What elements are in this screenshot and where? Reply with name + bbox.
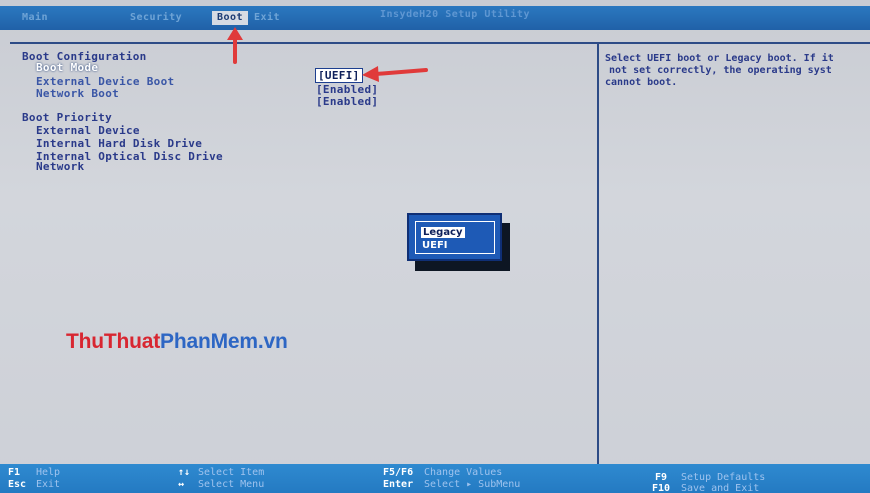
watermark-part1: ThuThuat <box>66 330 161 353</box>
option-uefi[interactable]: UEFI <box>422 240 448 251</box>
option-legacy[interactable]: Legacy <box>421 227 465 238</box>
key-f9: F9 <box>655 472 668 483</box>
bios-screen: Main Security Boot Exit InsydeH20 Setup … <box>0 0 870 493</box>
help-line: cannot boot. <box>605 77 678 88</box>
tab-boot[interactable]: Boot <box>212 11 248 25</box>
setting-network-boot[interactable]: Network Boot <box>36 87 119 100</box>
key-updown-desc: Select Item <box>198 467 265 478</box>
section-header-boot-priority: Boot Priority <box>22 111 112 124</box>
key-f1: F1 <box>8 467 21 478</box>
network-boot-value[interactable]: [Enabled] <box>316 95 378 108</box>
key-f9-desc: Setup Defaults <box>681 472 766 483</box>
key-updown: ↑↓ <box>178 467 191 478</box>
key-f5f6: F5/F6 <box>383 467 414 478</box>
arrow-left-icon <box>362 66 428 82</box>
watermark: ThuThuatPhanMem.vn <box>66 330 288 354</box>
watermark-part2: PhanMem.vn <box>160 330 288 353</box>
tab-security[interactable]: Security <box>130 11 182 25</box>
key-f5f6-desc: Change Values <box>424 467 503 478</box>
tab-main[interactable]: Main <box>22 11 48 25</box>
boot-mode-value[interactable]: [UEFI] <box>315 68 363 83</box>
arrow-up-icon <box>227 27 243 64</box>
settings-panel: Boot Configuration Boot Mode External De… <box>0 30 596 464</box>
tab-exit[interactable]: Exit <box>254 11 280 25</box>
setting-boot-mode[interactable]: Boot Mode <box>36 61 98 74</box>
priority-item[interactable]: External Device <box>36 124 140 137</box>
key-f1-desc: Help <box>36 467 61 478</box>
help-panel: Select UEFI boot or Legacy boot. If it n… <box>597 42 870 464</box>
utility-title: InsydeH20 Setup Utility <box>380 9 530 20</box>
priority-item[interactable]: Network <box>36 160 84 173</box>
priority-item[interactable]: Internal Hard Disk Drive <box>36 137 202 150</box>
